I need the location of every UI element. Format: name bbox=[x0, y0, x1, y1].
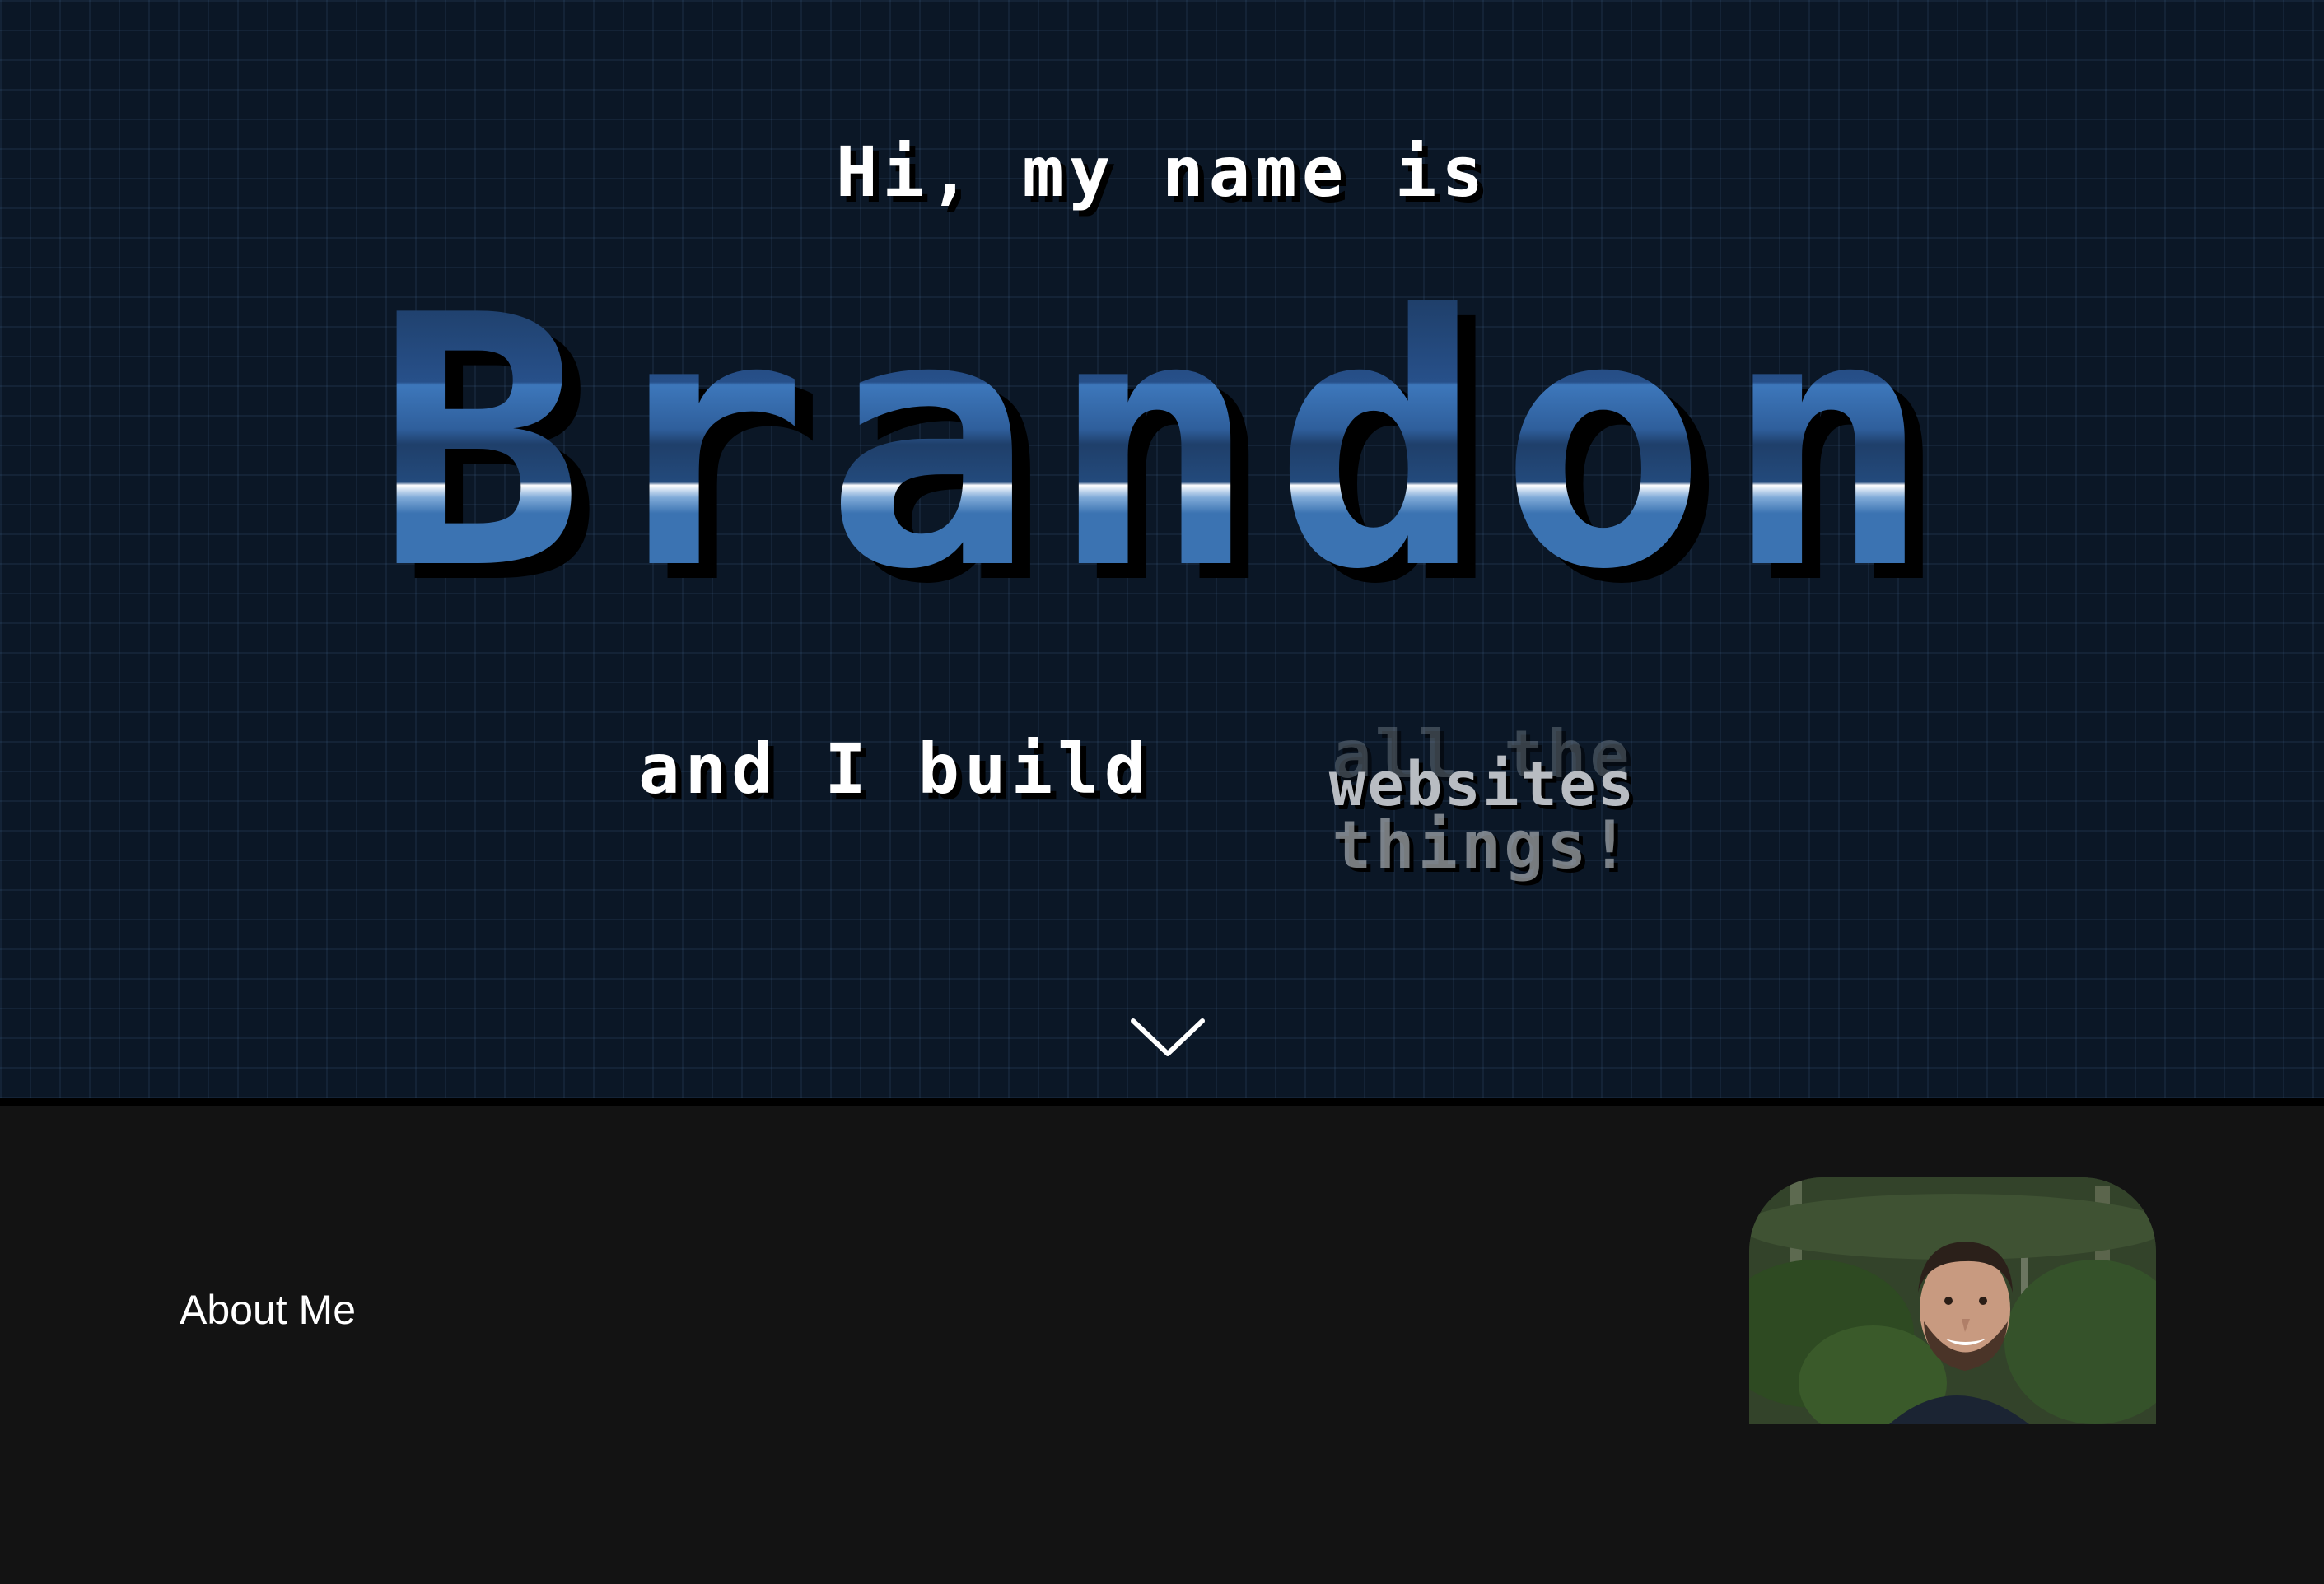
hero-section: Hi, my name is Brandon Brandon and I bui… bbox=[0, 0, 2324, 1106]
name-heading-text: Brandon bbox=[0, 272, 2324, 617]
scroll-down-button[interactable] bbox=[1128, 1013, 1207, 1062]
name-heading: Brandon Brandon bbox=[0, 272, 2324, 632]
profile-photo bbox=[1749, 1177, 2156, 1424]
about-title: About Me bbox=[180, 1286, 357, 1333]
rotator-next-word: things! bbox=[1332, 807, 1633, 883]
chevron-down-icon bbox=[1131, 1018, 1205, 1056]
intro-text: Hi, my name is bbox=[835, 132, 1488, 212]
tagline-prefix: and I build bbox=[638, 729, 1151, 809]
word-rotator: all the websites things! bbox=[1268, 722, 1696, 889]
profile-photo-illustration bbox=[1749, 1177, 2156, 1424]
